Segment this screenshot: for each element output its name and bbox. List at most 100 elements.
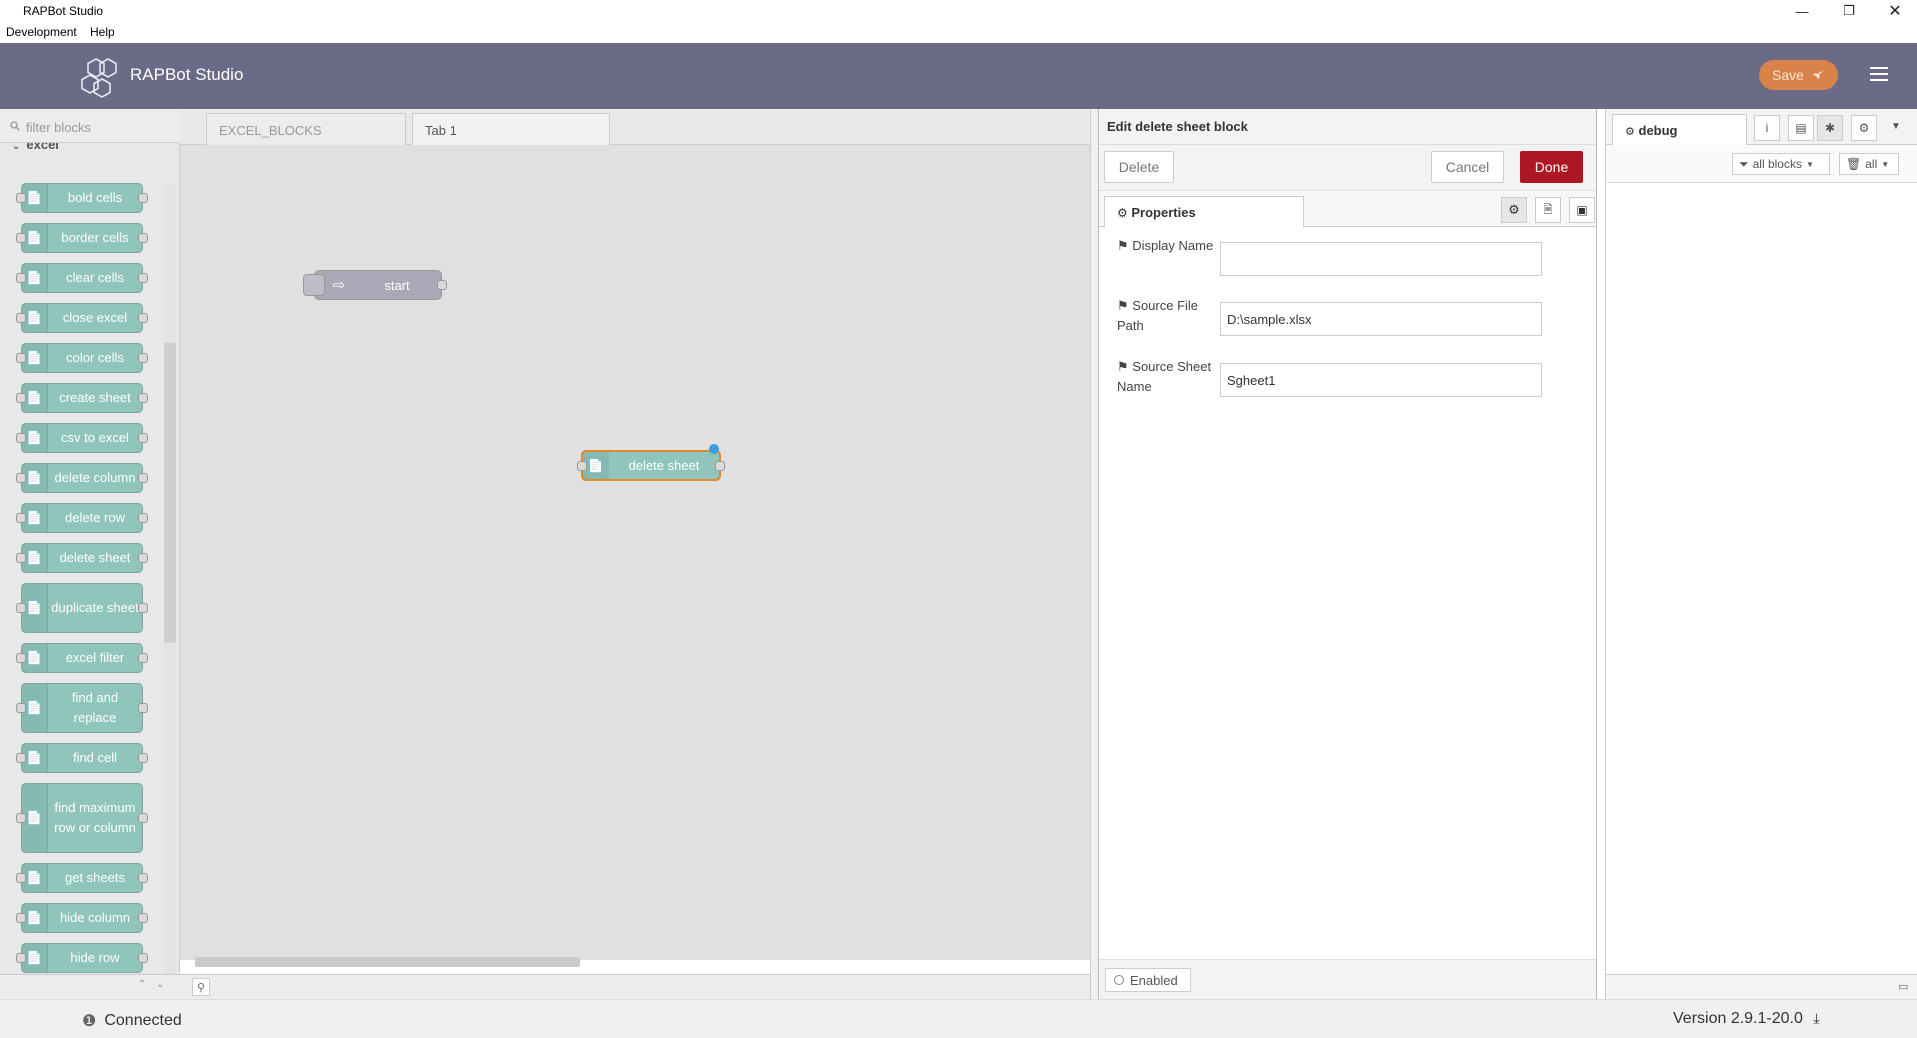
palette-block-close-excel[interactable]: 📄 close excel [16, 303, 148, 333]
palette-block-create-sheet[interactable]: 📄 create sheet [16, 383, 148, 413]
palette-footer: ⌃ ⌄ [0, 974, 180, 999]
palette-block-csv-to-excel[interactable]: 📄 csv to excel [16, 423, 148, 453]
palette-list: ⌄ excel 📄 bold cells 📄 border cells 📄 clear … [0, 143, 180, 974]
collapse-all-icon[interactable]: ⌃ [138, 979, 146, 990]
palette-scrollbar[interactable] [164, 183, 176, 974]
block-palette: filter blocks ⌄ excel 📄 bold cells 📄 border… [0, 109, 180, 999]
info-icon[interactable]: i [1754, 115, 1780, 141]
sidebar-tabs: ⚙ debug i ▤ ✱ ⚙ ▼ [1606, 109, 1917, 146]
tab-tab-1[interactable]: Tab 1 [412, 113, 610, 145]
node-label: delete sheet [628, 458, 700, 473]
close-button[interactable]: ✕ [1873, 0, 1917, 22]
palette-block-excel-filter[interactable]: 📄 excel filter [16, 643, 148, 673]
sidebar-footer: ▭ [1606, 974, 1917, 999]
clear-dropdown[interactable]: 🗑 all ▼ [1839, 153, 1899, 175]
monitor-icon[interactable]: ▭ [1898, 980, 1908, 993]
palette-block-delete-sheet[interactable]: 📄 delete sheet [16, 543, 148, 573]
gear-icon: ⚙ [1117, 206, 1128, 220]
workspace-footer: ⚲ [180, 974, 1090, 999]
hexagon-logo-icon [81, 58, 117, 98]
rocket-icon [1812, 69, 1824, 79]
filter-blocks-dropdown[interactable]: ⏷ all blocks ▼ [1732, 153, 1830, 175]
enabled-toggle[interactable]: Enabled [1105, 968, 1191, 992]
expand-all-icon[interactable]: ⌄ [156, 979, 164, 990]
flow-workspace[interactable]: ⇨ start 📄 delete sheet [180, 145, 1090, 960]
workspace-hscrollbar[interactable] [195, 955, 1075, 967]
palette-block-color-cells[interactable]: 📄 color cells [16, 343, 148, 373]
zoom-search-icon[interactable]: ⚲ [192, 978, 210, 996]
caret-down-icon: ▼ [1805, 159, 1814, 169]
panel-splitter[interactable] [1090, 109, 1098, 999]
gear-icon[interactable]: ⚙ [1851, 115, 1877, 141]
menu-bar: Development Help [0, 22, 1917, 43]
delete-button[interactable]: Delete [1104, 151, 1174, 183]
caret-down-icon[interactable]: ▼ [1891, 121, 1901, 132]
inject-button[interactable] [303, 274, 325, 296]
tab-excel-blocks[interactable]: EXCEL_BLOCKS [206, 113, 406, 145]
source-path-label-text: Source File Path [1117, 298, 1199, 333]
tray-header: Edit delete sheet block [1099, 109, 1596, 145]
tray-title: Edit delete sheet block [1107, 119, 1248, 134]
arrow-icon: ⇨ [332, 277, 346, 294]
radio-icon [1114, 975, 1124, 985]
workspace-tabs: EXCEL_BLOCKS Tab 1 [180, 109, 1090, 145]
palette-block-get-sheets[interactable]: 📄 get sheets [16, 863, 148, 893]
bug-icon: ⚙ [1625, 126, 1635, 138]
category-label: excel [26, 143, 59, 152]
palette-block-border-cells[interactable]: 📄 border cells [16, 223, 148, 253]
palette-block-hide-row[interactable]: 📄 hide row [16, 943, 148, 973]
sheet-name-input[interactable]: Sgheet1 [1220, 363, 1542, 397]
enabled-label: Enabled [1130, 972, 1178, 988]
filter-placeholder: filter blocks [26, 120, 92, 135]
brand-name: RAPBot Studio [130, 65, 244, 84]
properties-label: Properties [1131, 205, 1196, 220]
chevron-down-icon: ⌄ [12, 143, 21, 152]
source-path-label: ⚑ Source File Path [1117, 296, 1217, 336]
palette-block-find-and-replace[interactable]: 📄 find and replace [16, 683, 148, 733]
version-text: Version 2.9.1-20.0 [1673, 1010, 1803, 1027]
palette-block-delete-column[interactable]: 📄 delete column [16, 463, 148, 493]
window-titlebar: RAPBot Studio — ❐ ✕ [0, 0, 1917, 22]
filter-blocks-input[interactable]: filter blocks [0, 109, 180, 143]
connection-label: Connected [104, 1012, 182, 1029]
description-tab-icon[interactable]: 🗎 [1535, 197, 1561, 223]
tab-properties[interactable]: ⚙ Properties [1104, 196, 1304, 228]
properties-tabs: ⚙ Properties ⚙ 🗎 ▣ [1099, 191, 1596, 228]
display-name-row: ⚑ Display Name [1117, 236, 1577, 286]
save-button[interactable]: Save [1759, 60, 1838, 90]
edit-tray: Edit delete sheet block Delete Cancel Do… [1098, 109, 1597, 999]
palette-block-delete-row[interactable]: 📄 delete row [16, 503, 148, 533]
source-path-input[interactable]: D:\sample.xlsx [1220, 302, 1542, 336]
sheet-name-label-text: Source Sheet Name [1117, 359, 1212, 394]
book-icon[interactable]: ▤ [1788, 115, 1814, 141]
appearance-tab-icon[interactable]: ▣ [1569, 197, 1595, 223]
display-name-input[interactable] [1220, 242, 1542, 276]
minimize-button[interactable]: — [1780, 0, 1824, 22]
palette-block-find-maximum[interactable]: 📄 find maximum row or column [16, 783, 148, 853]
main-menu-button[interactable] [1870, 67, 1888, 83]
app-header: RAPBot Studio Save [0, 43, 1917, 109]
upload-icon[interactable]: ⤓ [1813, 1010, 1819, 1026]
settings-tab-icon[interactable]: ⚙ [1501, 197, 1527, 223]
palette-block-clear-cells[interactable]: 📄 clear cells [16, 263, 148, 293]
restore-button[interactable]: ❐ [1827, 0, 1871, 22]
palette-block-find-cell[interactable]: 📄 find cell [16, 743, 148, 773]
palette-block-duplicate-sheet[interactable]: 📄 duplicate sheet [16, 583, 148, 633]
done-button[interactable]: Done [1520, 151, 1583, 183]
menu-development[interactable]: Development [6, 25, 77, 39]
bug-tab-icon[interactable]: ✱ [1817, 115, 1843, 141]
cancel-button[interactable]: Cancel [1431, 151, 1504, 183]
flow-node-start[interactable]: ⇨ start [303, 270, 447, 300]
tag-icon: ⚑ [1117, 238, 1129, 253]
palette-block-bold-cells[interactable]: 📄 bold cells [16, 183, 148, 213]
palette-category-excel[interactable]: ⌄ excel [12, 143, 59, 152]
palette-block-hide-column[interactable]: 📄 hide column [16, 903, 148, 933]
connection-status: ❶ Connected [82, 1011, 182, 1031]
source-path-row: ⚑ Source File Path D:\sample.xlsx [1117, 296, 1577, 346]
tab-debug[interactable]: ⚙ debug [1612, 114, 1747, 146]
caret-down-icon: ▼ [1881, 159, 1890, 169]
flow-node-delete-sheet[interactable]: 📄 delete sheet [577, 444, 725, 481]
menu-help[interactable]: Help [90, 25, 115, 39]
display-name-label-text: Display Name [1132, 238, 1214, 253]
clear-label: all [1865, 157, 1878, 171]
